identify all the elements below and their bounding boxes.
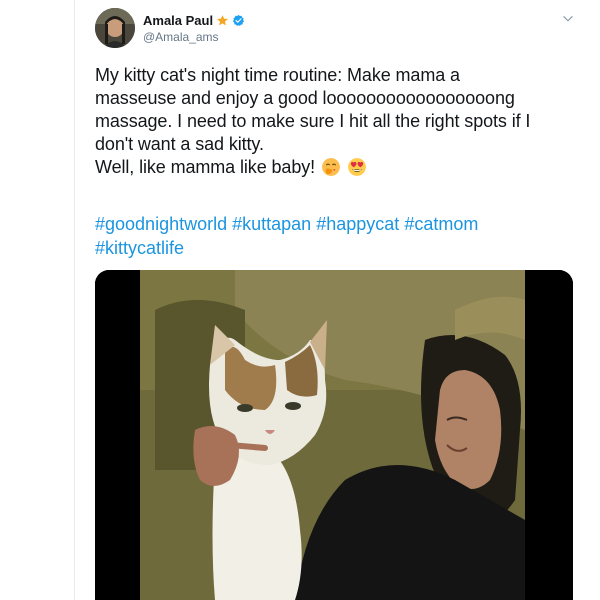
hashtag-link[interactable]: #happycat xyxy=(316,214,399,234)
tweet-text-line: My kitty cat's night time routine: Make … xyxy=(95,65,460,85)
tweet-text-line: masseuse and enjoy a good looooooooooooo… xyxy=(95,88,515,108)
verified-badge-icon xyxy=(233,14,245,26)
tweet-header: Amala Paul @Amala_ams xyxy=(95,8,575,50)
hashtag-row: #goodnightworld #kuttapan #happycat #cat… xyxy=(95,212,575,236)
hashtag-link[interactable]: #kuttapan xyxy=(232,214,311,234)
avatar-image xyxy=(95,8,135,48)
hashtag-row: #kittycatlife xyxy=(95,236,575,260)
star-icon xyxy=(217,14,229,25)
tweet-text-line: massage. I need to make sure I hit all t… xyxy=(95,111,531,131)
tweet-card: Amala Paul @Amala_ams My kitty cat's nig… xyxy=(74,0,599,600)
author-handle[interactable]: @Amala_ams xyxy=(143,30,245,44)
hashtags: #goodnightworld #kuttapan #happycat #cat… xyxy=(95,212,575,260)
hashtag-link[interactable]: #kittycatlife xyxy=(95,238,184,258)
display-name-row: Amala Paul xyxy=(143,12,245,28)
display-name[interactable]: Amala Paul xyxy=(143,13,213,28)
video-thumbnail xyxy=(95,270,573,600)
chevron-down-icon[interactable] xyxy=(561,12,575,26)
tweet-text-line: Well, like mamma like baby! xyxy=(95,157,316,177)
tweet-text: My kitty cat's night time routine: Make … xyxy=(95,64,575,179)
hashtag-link[interactable]: #goodnightworld xyxy=(95,214,227,234)
author-block: Amala Paul @Amala_ams xyxy=(143,12,245,44)
hashtag-link[interactable]: #catmom xyxy=(404,214,478,234)
tweet-text-line: don't want a sad kitty. xyxy=(95,134,264,154)
heart-eyes-emoji xyxy=(348,158,366,176)
avatar[interactable] xyxy=(95,8,135,48)
face-blowing-kiss-emoji xyxy=(322,158,340,176)
tweet-text-line-last: Well, like mamma like baby! xyxy=(95,156,575,179)
page: Amala Paul @Amala_ams My kitty cat's nig… xyxy=(0,0,600,600)
video-player[interactable] xyxy=(95,270,573,600)
